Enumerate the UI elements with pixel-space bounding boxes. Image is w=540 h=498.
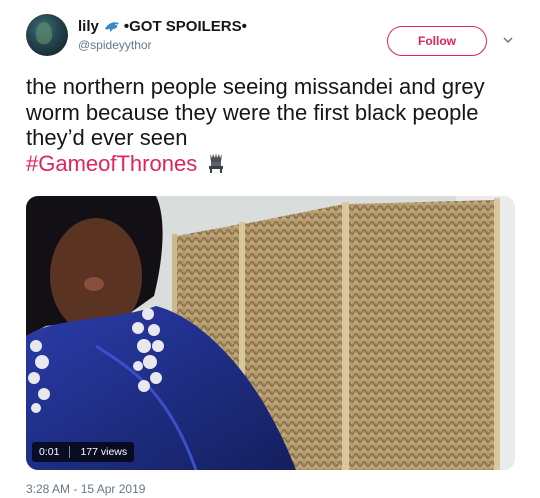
author-display-name[interactable]: lily [78, 18, 99, 35]
iron-throne-icon [209, 152, 224, 173]
author-name-suffix[interactable]: •GOT SPOILERS• [124, 18, 247, 35]
video-frame [26, 196, 515, 470]
chevron-down-icon[interactable] [502, 34, 514, 46]
avatar[interactable] [26, 14, 68, 56]
video-view-count: 177 views [80, 446, 128, 458]
video-duration: 0:01 [39, 446, 60, 458]
author-name-row[interactable]: lily •GOT SPOILERS• [78, 18, 247, 35]
tweet-body: the northern people seeing missandei and… [26, 74, 485, 150]
dolphin-icon [104, 21, 119, 32]
author-handle[interactable]: @spideyythor [78, 38, 152, 52]
tweet-timestamp[interactable]: 3:28 AM - 15 Apr 2019 [26, 482, 145, 496]
tweet-text: the northern people seeing missandei and… [26, 74, 516, 176]
hashtag-link[interactable]: #GameofThrones [26, 151, 197, 176]
overlay-divider [69, 446, 71, 458]
follow-button[interactable]: Follow [387, 26, 487, 56]
video-info-overlay: 0:01 177 views [32, 442, 135, 462]
video-player[interactable]: 0:01 177 views [26, 196, 515, 470]
tweet-card: lily •GOT SPOILERS• @spideyythor Follow … [0, 0, 540, 498]
